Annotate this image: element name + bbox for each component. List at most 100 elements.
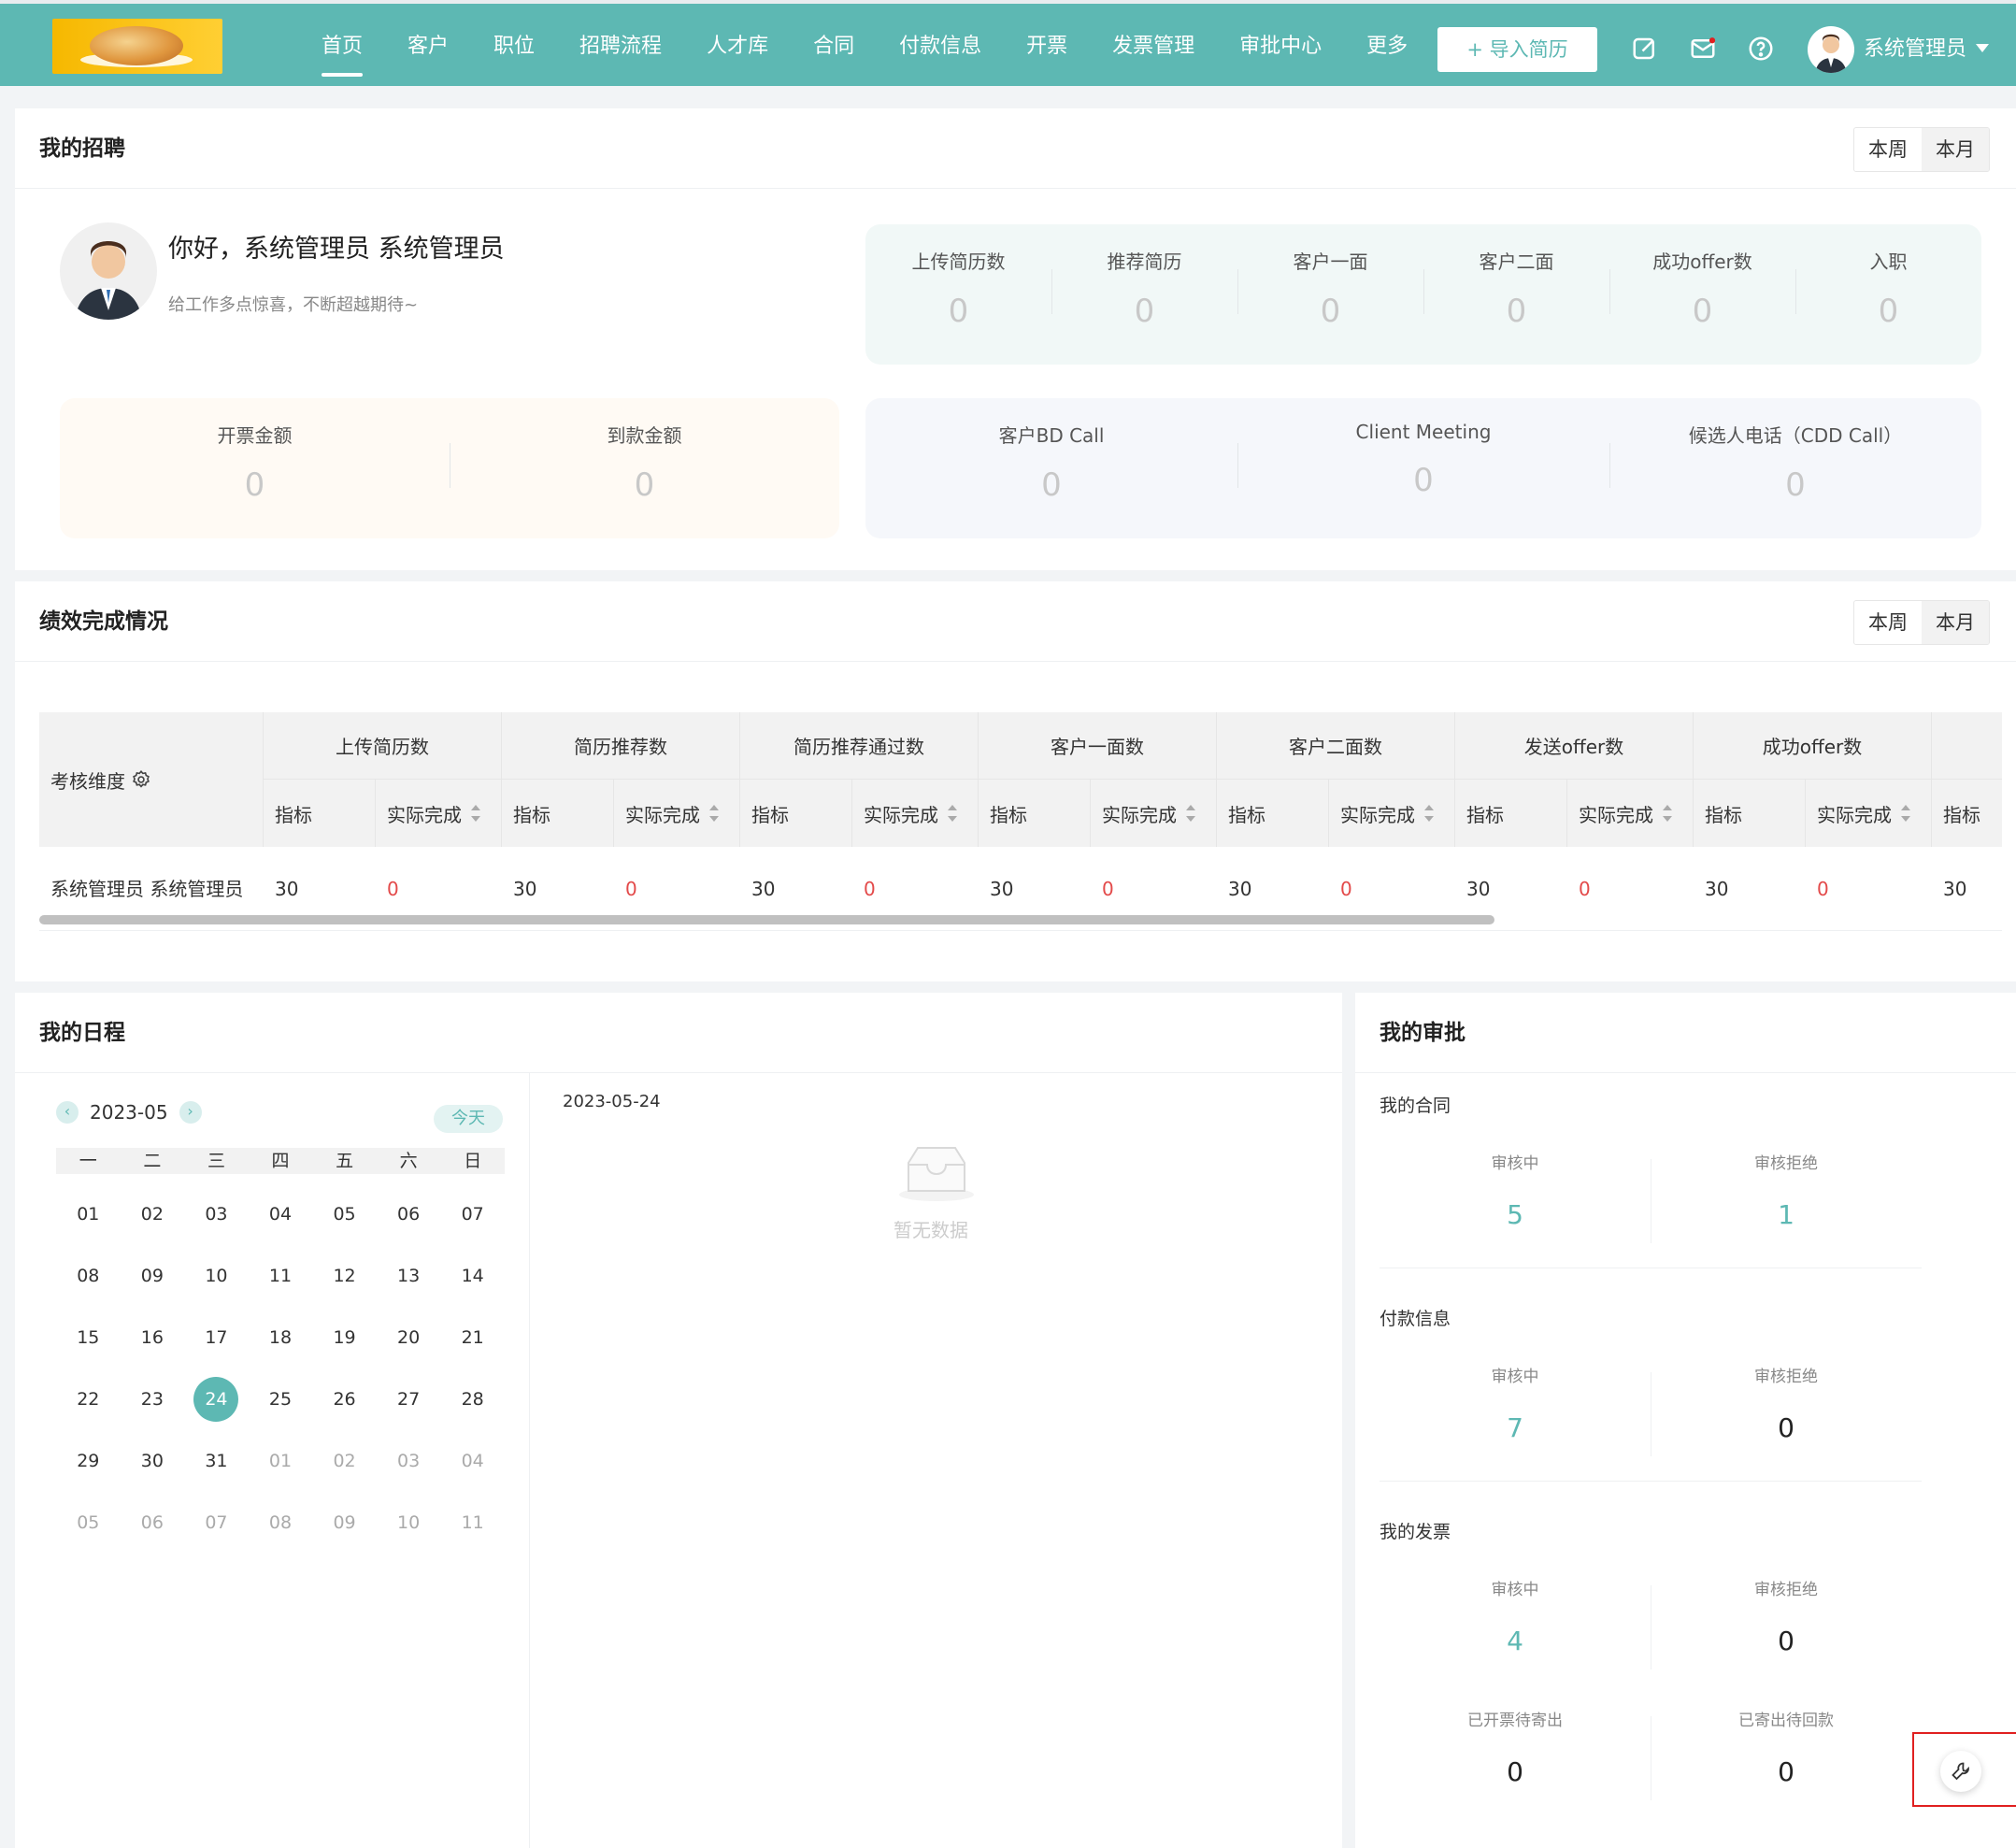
- calendar-day[interactable]: 05: [312, 1183, 377, 1245]
- actual-header[interactable]: 实际完成: [376, 780, 502, 847]
- calendar-day[interactable]: 23: [121, 1368, 185, 1430]
- tab-this-month[interactable]: 本月: [1922, 128, 1989, 171]
- sort-icon[interactable]: [948, 805, 957, 822]
- invoice-rejected[interactable]: 审核拒绝 0: [1651, 1576, 1922, 1669]
- calendar-day[interactable]: 26: [312, 1368, 377, 1430]
- calendar-day[interactable]: 16: [121, 1307, 185, 1368]
- nav-positions[interactable]: 职位: [471, 4, 557, 90]
- stat-bd-call[interactable]: 客户BD Call 0: [865, 398, 1237, 538]
- calendar-day[interactable]: 10: [377, 1492, 441, 1554]
- help-icon[interactable]: [1744, 32, 1778, 65]
- calendar-day[interactable]: 17: [184, 1307, 249, 1368]
- stat-client-meeting[interactable]: Client Meeting 0: [1237, 398, 1609, 538]
- invoiced-to-send[interactable]: 已开票待寄出 0: [1380, 1707, 1651, 1787]
- calendar-day[interactable]: 13: [377, 1245, 441, 1307]
- nav-approval-center[interactable]: 审批中心: [1217, 4, 1344, 90]
- payment-pending[interactable]: 审核中 7: [1380, 1363, 1651, 1443]
- invoice-pending[interactable]: 审核中 4: [1380, 1576, 1651, 1656]
- calendar-day[interactable]: 28: [440, 1368, 505, 1430]
- calendar-day[interactable]: 09: [312, 1492, 377, 1554]
- calendar-day[interactable]: 20: [377, 1307, 441, 1368]
- stat-uploaded-resumes[interactable]: 上传简历数 0: [865, 224, 1051, 365]
- calendar-day[interactable]: 09: [121, 1245, 185, 1307]
- nav-invoicing[interactable]: 开票: [1004, 4, 1090, 90]
- calendar-day[interactable]: 11: [249, 1245, 313, 1307]
- sort-icon[interactable]: [1663, 805, 1672, 822]
- calendar-day[interactable]: 08: [249, 1492, 313, 1554]
- stat-cdd-call[interactable]: 候选人电话（CDD Call） 0: [1609, 398, 1981, 538]
- calendar-day[interactable]: 02: [312, 1430, 377, 1492]
- calendar-day[interactable]: 02: [121, 1183, 185, 1245]
- user-name[interactable]: 系统管理员: [1864, 4, 1966, 95]
- calendar-day[interactable]: 01: [56, 1183, 121, 1245]
- nav-payment[interactable]: 付款信息: [877, 4, 1004, 90]
- calendar-day[interactable]: 14: [440, 1245, 505, 1307]
- nav-customers[interactable]: 客户: [385, 4, 471, 90]
- calendar-day[interactable]: 22: [56, 1368, 121, 1430]
- today-button[interactable]: 今天: [434, 1105, 503, 1133]
- mail-icon[interactable]: [1686, 32, 1720, 65]
- sent-awaiting-payment[interactable]: 已寄出待回款 0: [1651, 1707, 1922, 1800]
- contract-rejected[interactable]: 审核拒绝 1: [1651, 1150, 1922, 1243]
- stat-client-second-interview[interactable]: 客户二面 0: [1423, 224, 1609, 365]
- calendar-day[interactable]: 18: [249, 1307, 313, 1368]
- calendar-day[interactable]: 27: [377, 1368, 441, 1430]
- actual-header[interactable]: 实际完成: [852, 780, 979, 847]
- calendar-day[interactable]: 31: [184, 1430, 249, 1492]
- tool-float-button[interactable]: [1912, 1732, 2016, 1807]
- calendar-day[interactable]: 07: [440, 1183, 505, 1245]
- user-avatar[interactable]: [1808, 26, 1854, 73]
- calendar-day[interactable]: 10: [184, 1245, 249, 1307]
- stat-client-first-interview[interactable]: 客户一面 0: [1237, 224, 1423, 365]
- actual-header[interactable]: 实际完成: [1806, 780, 1932, 847]
- nav-more[interactable]: 更多: [1344, 4, 1430, 90]
- actual-header[interactable]: 实际完成: [1091, 780, 1217, 847]
- calendar-day[interactable]: 08: [56, 1245, 121, 1307]
- calendar-day[interactable]: 30: [121, 1430, 185, 1492]
- company-logo[interactable]: [52, 19, 222, 74]
- calendar-day[interactable]: 03: [184, 1183, 249, 1245]
- nav-recruit-flow[interactable]: 招聘流程: [557, 4, 684, 90]
- calendar-day[interactable]: 01: [249, 1430, 313, 1492]
- sort-icon[interactable]: [471, 805, 480, 822]
- tab-this-week[interactable]: 本周: [1854, 128, 1922, 171]
- stat-received-amount[interactable]: 到款金额 0: [450, 398, 839, 538]
- nav-contracts[interactable]: 合同: [791, 4, 877, 90]
- tab-this-month[interactable]: 本月: [1922, 601, 1989, 644]
- calendar-day[interactable]: 12: [312, 1245, 377, 1307]
- tab-this-week[interactable]: 本周: [1854, 601, 1922, 644]
- stat-onboarded[interactable]: 入职 0: [1795, 224, 1981, 365]
- nav-invoice-mgmt[interactable]: 发票管理: [1090, 4, 1217, 90]
- calendar-day[interactable]: 07: [184, 1492, 249, 1554]
- nav-home[interactable]: 首页: [299, 4, 385, 90]
- chevron-right-icon[interactable]: ›: [179, 1101, 202, 1124]
- nav-talent-pool[interactable]: 人才库: [684, 4, 791, 90]
- contract-pending[interactable]: 审核中 5: [1380, 1150, 1651, 1230]
- wrench-icon[interactable]: [1940, 1751, 1981, 1792]
- calendar-day[interactable]: 06: [121, 1492, 185, 1554]
- horizontal-scrollbar[interactable]: [39, 915, 1494, 924]
- stat-recommended-resumes[interactable]: 推荐简历 0: [1051, 224, 1237, 365]
- calendar-day[interactable]: 06: [377, 1183, 441, 1245]
- calendar-day[interactable]: 05: [56, 1492, 121, 1554]
- chevron-left-icon[interactable]: ‹: [56, 1101, 79, 1124]
- payment-rejected[interactable]: 审核拒绝 0: [1651, 1363, 1922, 1456]
- calendar-day[interactable]: 03: [377, 1430, 441, 1492]
- import-resume-button[interactable]: + 导入简历: [1437, 27, 1597, 72]
- actual-header[interactable]: 实际完成: [614, 780, 740, 847]
- actual-header[interactable]: 实际完成: [1567, 780, 1694, 847]
- calendar-day[interactable]: 04: [249, 1183, 313, 1245]
- calendar-day[interactable]: 24: [184, 1368, 249, 1430]
- calendar-day[interactable]: 29: [56, 1430, 121, 1492]
- edit-icon[interactable]: [1628, 32, 1662, 65]
- calendar-day[interactable]: 19: [312, 1307, 377, 1368]
- stat-successful-offers[interactable]: 成功offer数 0: [1609, 224, 1795, 365]
- sort-icon[interactable]: [709, 805, 719, 822]
- calendar-day[interactable]: 21: [440, 1307, 505, 1368]
- stat-invoice-amount[interactable]: 开票金额 0: [60, 398, 450, 538]
- sort-icon[interactable]: [1901, 805, 1910, 822]
- calendar-day[interactable]: 04: [440, 1430, 505, 1492]
- gear-icon[interactable]: [131, 769, 151, 790]
- calendar-day[interactable]: 15: [56, 1307, 121, 1368]
- sort-icon[interactable]: [1424, 805, 1434, 822]
